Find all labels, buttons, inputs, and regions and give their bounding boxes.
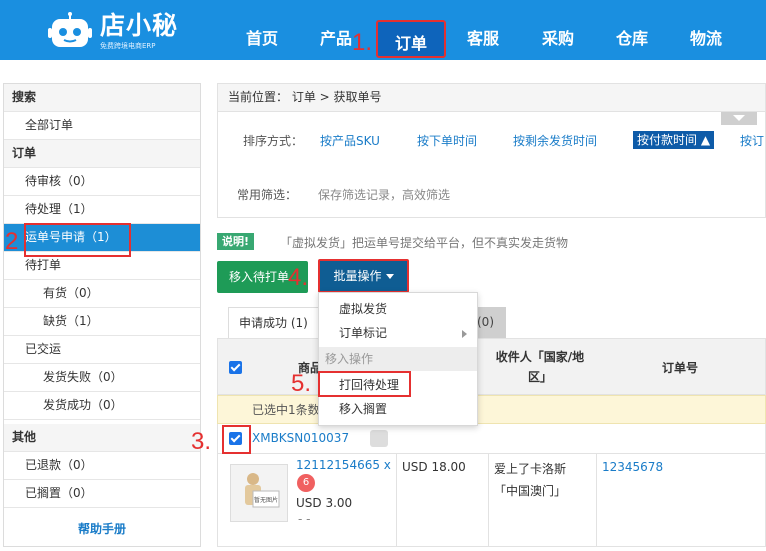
col-order-no: 订单号 xyxy=(662,361,699,375)
notice-badge: 说明! xyxy=(217,233,255,250)
nav-customer-service[interactable]: 客服 xyxy=(467,28,499,50)
step-annotation-3: 3. xyxy=(191,428,212,455)
column-divider xyxy=(488,454,489,547)
sidebar-item-to-process[interactable]: 待处理（1） xyxy=(4,196,200,224)
table-row: XMBKSN010037 xyxy=(217,424,766,454)
nav-warehouse[interactable]: 仓库 xyxy=(616,28,648,50)
menu-group-move: 移入操作 xyxy=(319,347,477,371)
column-divider xyxy=(396,454,397,547)
no-image-icon: 暂无图片 xyxy=(245,473,280,508)
tab-apply-success[interactable]: 申请成功 (1) xyxy=(228,307,320,338)
nav-orders[interactable]: 订单 xyxy=(376,20,446,58)
notice-text: 「虚拟发货」把运单号提交给平台，但不真实发走货物 xyxy=(280,236,569,250)
sidebar-item-out-of-stock[interactable]: 缺货（1） xyxy=(4,308,200,336)
sort-asc-icon: ▲ xyxy=(700,133,711,147)
logo-subtitle: 免费跨境电商ERP xyxy=(100,42,156,50)
step-annotation-5: 5. xyxy=(291,370,312,397)
batch-operation-menu: 虚拟发货 订单标记 移入操作 打回待处理 移入搁置 xyxy=(318,292,478,426)
product-thumbnail[interactable]: 暂无图片 xyxy=(230,464,288,522)
sort-by-more[interactable]: 按订 xyxy=(740,132,764,149)
nav-logistics[interactable]: 物流 xyxy=(690,28,722,50)
order-amount: USD 18.00 xyxy=(402,460,466,474)
sidebar-item-refunded[interactable]: 已退款（0） xyxy=(4,452,200,480)
highlight-order-checkbox xyxy=(222,425,251,454)
quantity-badge: 6 xyxy=(297,474,315,492)
top-navigation-bar: 店小秘 免费跨境电商ERP 首页 产品 订单 客服 采购 仓库 物流 xyxy=(0,0,766,60)
sidebar: 搜索 全部订单 订单 待审核（0） 待处理（1） 运单号申请（1） 待打单 有货… xyxy=(3,83,201,547)
step-annotation-2: 2 xyxy=(5,228,19,255)
svg-text:暂无图片: 暂无图片 xyxy=(254,496,278,504)
nav-orders-label: 订单 xyxy=(395,34,428,53)
logo-name: 店小秘 xyxy=(100,11,179,40)
column-divider xyxy=(596,454,597,547)
sidebar-item-in-stock[interactable]: 有货（0） xyxy=(4,280,200,308)
order-number-link[interactable]: 12345678 xyxy=(602,460,663,474)
sort-by-payment-time[interactable]: 按付款时间 ▲ xyxy=(633,131,715,149)
collapse-toggle-icon[interactable] xyxy=(721,112,757,125)
sort-label: 排序方式： xyxy=(243,134,304,148)
menu-item-move-on-hold[interactable]: 移入搁置 xyxy=(319,397,477,421)
order-tag-icon[interactable] xyxy=(370,430,388,447)
menu-item-order-mark[interactable]: 订单标记 xyxy=(319,321,477,345)
breadcrumb: 当前位置： 订单 > 获取单号 xyxy=(217,83,766,112)
filter-panel: 排序方式： 按产品SKU 按下单时间 按剩余发货时间 按付款时间 ▲ 按订 常用… xyxy=(217,112,766,218)
selection-summary: 已选中1条数 xyxy=(217,395,766,424)
select-all-checkbox[interactable] xyxy=(229,361,242,374)
common-filter-label: 常用筛选： xyxy=(237,188,298,202)
col-recipient: 收件人「国家/地区」 xyxy=(495,350,585,384)
sidebar-header-other: 其他 xyxy=(4,424,200,452)
common-filter-hint[interactable]: 保存筛选记录，高效筛选 xyxy=(318,186,450,203)
sort-by-remaining-ship-time[interactable]: 按剩余发货时间 xyxy=(513,132,597,149)
step-annotation-4: 4. xyxy=(288,264,309,291)
sidebar-item-ship-success[interactable]: 发货成功（0） xyxy=(4,392,200,420)
sidebar-item-ship-failed[interactable]: 发货失败（0） xyxy=(4,364,200,392)
product-sku-link[interactable]: 12112154665 x xyxy=(296,458,391,472)
sidebar-header-orders: 订单 xyxy=(4,140,200,168)
chevron-down-icon xyxy=(385,274,394,279)
product-price: USD 3.00 xyxy=(296,496,353,510)
nav-products[interactable]: 产品 xyxy=(320,28,352,50)
sidebar-item-shipped[interactable]: 已交运 xyxy=(4,336,200,364)
help-manual-link[interactable]: 帮助手册 xyxy=(4,512,200,546)
robot-logo-icon xyxy=(48,12,92,47)
sort-by-sku[interactable]: 按产品SKU xyxy=(320,132,380,149)
nav-purchase[interactable]: 采购 xyxy=(542,28,574,50)
highlight-return-to-process xyxy=(318,371,411,397)
recipient-country: 「中国澳门」 xyxy=(494,484,567,498)
product-price-note: - - xyxy=(298,512,311,526)
sidebar-item-pending-review[interactable]: 待审核（0） xyxy=(4,168,200,196)
batch-operation-button[interactable]: 批量操作 xyxy=(318,259,409,293)
app-logo[interactable]: 店小秘 免费跨境电商ERP xyxy=(44,6,194,54)
sidebar-item-on-hold[interactable]: 已搁置（0） xyxy=(4,480,200,508)
menu-item-virtual-ship[interactable]: 虚拟发货 xyxy=(319,297,477,321)
nav-home[interactable]: 首页 xyxy=(246,28,278,50)
recipient-name: 爱上了卡洛斯 xyxy=(494,462,567,476)
sidebar-header-search: 搜索 xyxy=(4,84,200,112)
chevron-right-icon xyxy=(462,330,467,338)
sort-by-order-time[interactable]: 按下单时间 xyxy=(417,132,477,149)
sidebar-item-all-orders[interactable]: 全部订单 xyxy=(4,112,200,140)
order-detail-row: 暂无图片 12112154665 x 6 USD 3.00 - - USD 18… xyxy=(217,454,766,547)
order-id-link[interactable]: XMBKSN010037 xyxy=(252,431,349,445)
highlight-waybill-apply xyxy=(24,223,131,257)
step-annotation-1: 1. xyxy=(352,29,373,56)
